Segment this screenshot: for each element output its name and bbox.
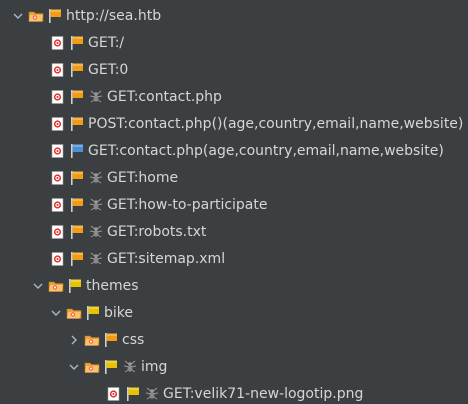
flag-icon bbox=[69, 170, 85, 186]
spider-icon bbox=[122, 359, 138, 375]
request-target-icon bbox=[50, 197, 66, 213]
tree-node-request[interactable]: GET:0 bbox=[0, 56, 468, 83]
flag-icon bbox=[103, 359, 119, 375]
flag-icon bbox=[69, 62, 85, 78]
sites-tree: http://sea.htb GET:/ GET:0 GET:contact.php P… bbox=[0, 0, 468, 404]
spider-icon bbox=[88, 89, 104, 105]
request-node-label: GET:sitemap.xml bbox=[107, 250, 226, 267]
request-node-label: GET:contact.php(age,country,email,name,w… bbox=[88, 142, 444, 159]
flag-icon bbox=[67, 278, 83, 294]
spider-icon bbox=[88, 170, 104, 186]
request-node-label: GET:home bbox=[107, 169, 179, 186]
folder-open-icon bbox=[66, 305, 82, 321]
tree-node-bike[interactable]: bike bbox=[0, 299, 468, 326]
tree-node-request[interactable]: GET:robots.txt bbox=[0, 218, 468, 245]
spider-icon bbox=[144, 386, 160, 402]
chevron-right-icon[interactable] bbox=[66, 332, 82, 348]
folder-open-icon bbox=[84, 332, 100, 348]
tree-node-request[interactable]: POST:contact.php()(age,country,email,nam… bbox=[0, 110, 468, 137]
tree-node-request[interactable]: GET:home bbox=[0, 164, 468, 191]
flag-icon bbox=[69, 35, 85, 51]
folder-open-icon bbox=[48, 278, 64, 294]
flag-icon bbox=[69, 143, 85, 159]
tree-node-img[interactable]: img bbox=[0, 353, 468, 380]
chevron-down-icon[interactable] bbox=[48, 305, 64, 321]
request-node-label: GET:contact.php bbox=[107, 88, 222, 105]
flag-icon bbox=[103, 332, 119, 348]
request-node-label: GET:robots.txt bbox=[107, 223, 207, 240]
flag-icon bbox=[69, 224, 85, 240]
request-node-label: GET:velik71-new-logotip.png bbox=[163, 385, 364, 402]
flag-icon bbox=[69, 116, 85, 132]
folder-open-icon bbox=[28, 8, 44, 24]
tree-node-request[interactable]: GET:how-to-participate bbox=[0, 191, 468, 218]
spider-icon bbox=[88, 251, 104, 267]
chevron-down-icon[interactable] bbox=[10, 8, 26, 24]
request-target-icon bbox=[106, 386, 122, 402]
request-target-icon bbox=[50, 251, 66, 267]
folder-node-label: bike bbox=[104, 304, 133, 321]
flag-icon bbox=[69, 197, 85, 213]
request-node-label: GET:how-to-participate bbox=[107, 196, 268, 213]
request-node-label: GET:0 bbox=[88, 61, 129, 78]
folder-node-label: css bbox=[122, 331, 145, 348]
tree-node-request[interactable]: GET:velik71-new-logotip.png bbox=[0, 380, 468, 404]
flag-icon bbox=[47, 8, 63, 24]
folder-node-label: img bbox=[141, 358, 168, 375]
spider-icon bbox=[88, 197, 104, 213]
tree-node-themes[interactable]: themes bbox=[0, 272, 468, 299]
request-target-icon bbox=[50, 116, 66, 132]
chevron-down-icon[interactable] bbox=[30, 278, 46, 294]
tree-node-css[interactable]: css bbox=[0, 326, 468, 353]
folder-open-icon bbox=[84, 359, 100, 375]
flag-icon bbox=[125, 386, 141, 402]
request-target-icon bbox=[50, 62, 66, 78]
request-target-icon bbox=[50, 143, 66, 159]
folder-node-label: themes bbox=[86, 277, 139, 294]
chevron-down-icon[interactable] bbox=[66, 359, 82, 375]
spider-icon bbox=[88, 224, 104, 240]
tree-node-request[interactable]: GET:sitemap.xml bbox=[0, 245, 468, 272]
request-target-icon bbox=[50, 224, 66, 240]
tree-node-root[interactable]: http://sea.htb bbox=[0, 2, 468, 29]
root-node-label: http://sea.htb bbox=[66, 7, 162, 24]
request-node-label: POST:contact.php()(age,country,email,nam… bbox=[88, 115, 464, 132]
flag-icon bbox=[69, 89, 85, 105]
tree-node-request[interactable]: GET:contact.php(age,country,email,name,w… bbox=[0, 137, 468, 164]
tree-node-request[interactable]: GET:contact.php bbox=[0, 83, 468, 110]
request-node-label: GET:/ bbox=[88, 34, 125, 51]
request-target-icon bbox=[50, 170, 66, 186]
tree-node-request[interactable]: GET:/ bbox=[0, 29, 468, 56]
request-target-icon bbox=[50, 35, 66, 51]
request-target-icon bbox=[50, 89, 66, 105]
flag-icon bbox=[85, 305, 101, 321]
flag-icon bbox=[69, 251, 85, 267]
